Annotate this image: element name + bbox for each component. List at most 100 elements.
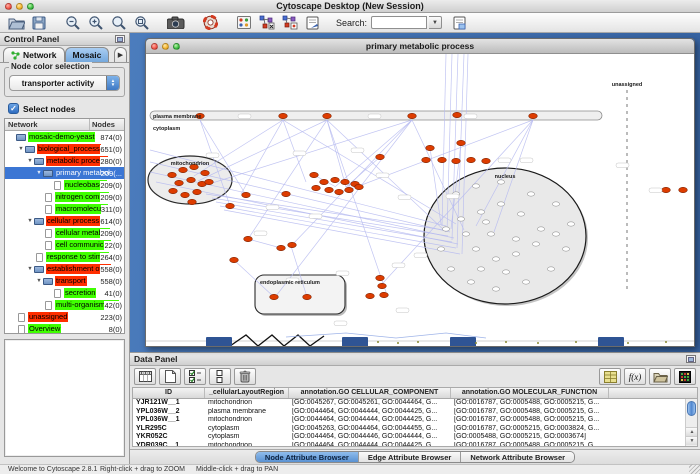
open-folder-icon [653,371,668,383]
table-row[interactable]: YPL036W__2plasma membrane[GO:0044464, GO… [133,408,697,417]
apply-layout-button[interactable] [280,14,300,32]
expand-triangle-icon[interactable]: ▼ [35,278,43,284]
expand-triangle-icon[interactable]: ▼ [26,266,34,272]
expand-triangle-icon[interactable]: ▼ [26,218,34,224]
network-canvas[interactable]: plasma membranecytoplasmmitochondrionnuc… [146,54,694,346]
node-colored [482,158,491,163]
node-unselected [462,232,469,236]
column-header[interactable]: annotation.GO CELLULAR_COMPONENT [289,388,451,398]
tree-row-label: Overview [28,324,61,334]
open-file-button[interactable] [6,14,26,32]
scrollbar-thumb[interactable] [687,401,696,416]
new-attribute-button[interactable] [159,368,181,385]
help-button[interactable] [200,14,220,32]
control-panel-title: Control Panel [4,34,59,44]
node-label [351,148,364,153]
node-label [398,195,411,200]
float-data-panel-icon[interactable] [686,355,696,363]
scroll-up-button[interactable]: ▲ [686,427,698,436]
float-panel-icon[interactable] [115,35,125,43]
table-row[interactable]: YDR039C__1mitochondrion[GO:0044464, GO:0… [133,442,697,447]
resize-grip[interactable] [689,464,700,474]
node-colored [279,113,288,118]
zoom-actual-button[interactable] [109,14,129,32]
column-header[interactable]: ID [133,388,205,398]
tree-row[interactable]: response to stimul264(0) [5,251,124,263]
import-attributes-button[interactable] [649,368,671,385]
tree-row[interactable]: cellular metabol209(0) [5,227,124,239]
network-overview-panel[interactable] [4,339,125,457]
table-cell: YPL036W__2 [133,408,205,417]
tab-overflow-button[interactable]: ▶ [114,47,127,62]
tree-row[interactable]: mosaic-demo-yeast874(0) [5,131,124,143]
apply-layout-icon [282,15,298,30]
node-colored [331,177,340,182]
zoom-in-button[interactable] [86,14,106,32]
save-table-button[interactable] [599,368,621,385]
tree-row[interactable]: unassigned223(0) [5,311,124,323]
tree-row[interactable]: ▼cellular process614(0) [5,215,124,227]
control-panel-header: Control Panel [0,33,129,46]
tree-row[interactable]: nucleobase-209(0) [5,179,124,191]
zoom-out-button[interactable] [63,14,83,32]
expand-triangle-icon[interactable]: ▼ [17,146,25,152]
tab-edge-attribute-browser[interactable]: Edge Attribute Browser [359,452,461,462]
tree-row[interactable]: ▼primary metabol209(... [5,167,124,179]
expand-triangle-icon[interactable]: ▼ [35,170,43,176]
column-header[interactable]: _cellularLayoutRegion [205,388,289,398]
node-unselected [517,212,524,216]
zoom-selected-button[interactable] [132,14,152,32]
tree-column-nodes[interactable]: Nodes [90,119,124,130]
tree-row[interactable]: ▼metabolic process280(0) [5,155,124,167]
tree-row[interactable]: ▼transport558(0) [5,275,124,287]
node-unselected [532,242,539,246]
tab-network-attribute-browser[interactable]: Network Attribute Browser [461,452,574,462]
delete-attribute-button[interactable] [234,368,256,385]
tree-row[interactable]: macromolecule311(0) [5,203,124,215]
vizmapper-button[interactable] [234,14,254,32]
search-label: Search: [336,18,367,28]
tree-row[interactable]: secretion41(0) [5,287,124,299]
tree-row[interactable]: cell communicat22(0) [5,239,124,251]
import-table-button[interactable] [303,14,323,32]
table-cell: mitochondrion [205,416,289,425]
tree-row[interactable]: ▼establishment of lo558(0) [5,263,124,275]
table-row[interactable]: YJR121W__1mitochondrion[GO:0045267, GO:0… [133,399,697,408]
search-options-button[interactable]: ▼ [429,16,442,29]
select-nodes-checkbox[interactable]: ✓ [8,103,19,114]
network-view-titlebar[interactable]: primary metabolic process [146,39,694,54]
select-all-attributes-button[interactable] [184,368,206,385]
attribute-matrix-button[interactable] [674,368,696,385]
load-attributes-button[interactable] [450,14,470,32]
scroll-down-button[interactable]: ▼ [686,436,698,445]
tree-row[interactable]: nitrogen compo209(0) [5,191,124,203]
save-session-button[interactable] [29,14,49,32]
tree-row[interactable]: multi-organism pro42(0) [5,299,124,311]
formula-builder-button[interactable]: f(x) [624,368,646,385]
node-colored [179,167,188,172]
tree-column-network[interactable]: Network [5,119,90,130]
expand-triangle-icon[interactable]: ▼ [26,158,34,164]
table-scrollbar[interactable]: ▲ ▼ [685,399,697,446]
combo-stepper-icon: ▲▼ [106,76,119,90]
table-row[interactable]: YPL036W__1mitochondrion[GO:0044464, GO:0… [133,416,697,425]
node-unselected [442,227,449,231]
tab-mosaic[interactable]: Mosaic [65,47,110,62]
attribute-select-button[interactable] [134,368,156,385]
document-icon [36,253,43,262]
control-panel: Control Panel Network Mosaic ▶ Node colo… [0,33,130,464]
column-header[interactable]: annotation.GO MOLECULAR_FUNCTION [451,388,609,398]
unassigned-label: unassigned [612,82,643,88]
merge-networks-button[interactable] [257,14,277,32]
tab-node-attribute-browser[interactable]: Node Attribute Browser [256,452,359,462]
unselect-all-attributes-button[interactable] [209,368,231,385]
tree-row[interactable]: ▼biological_process651(0) [5,143,124,155]
table-row[interactable]: YKR052Ccytoplasm[GO:0044464, GO:0044446,… [133,433,697,442]
node-color-select[interactable]: transporter activity ▲▼ [9,75,120,91]
export-snapshot-button[interactable] [166,14,186,32]
search-input[interactable] [371,16,427,29]
node-colored [193,189,202,194]
tab-network[interactable]: Network [3,47,65,62]
table-row[interactable]: YLR295Ccytoplasm[GO:0045263, GO:0044464,… [133,425,697,434]
tree-row[interactable]: Overview8(0) [5,323,124,334]
